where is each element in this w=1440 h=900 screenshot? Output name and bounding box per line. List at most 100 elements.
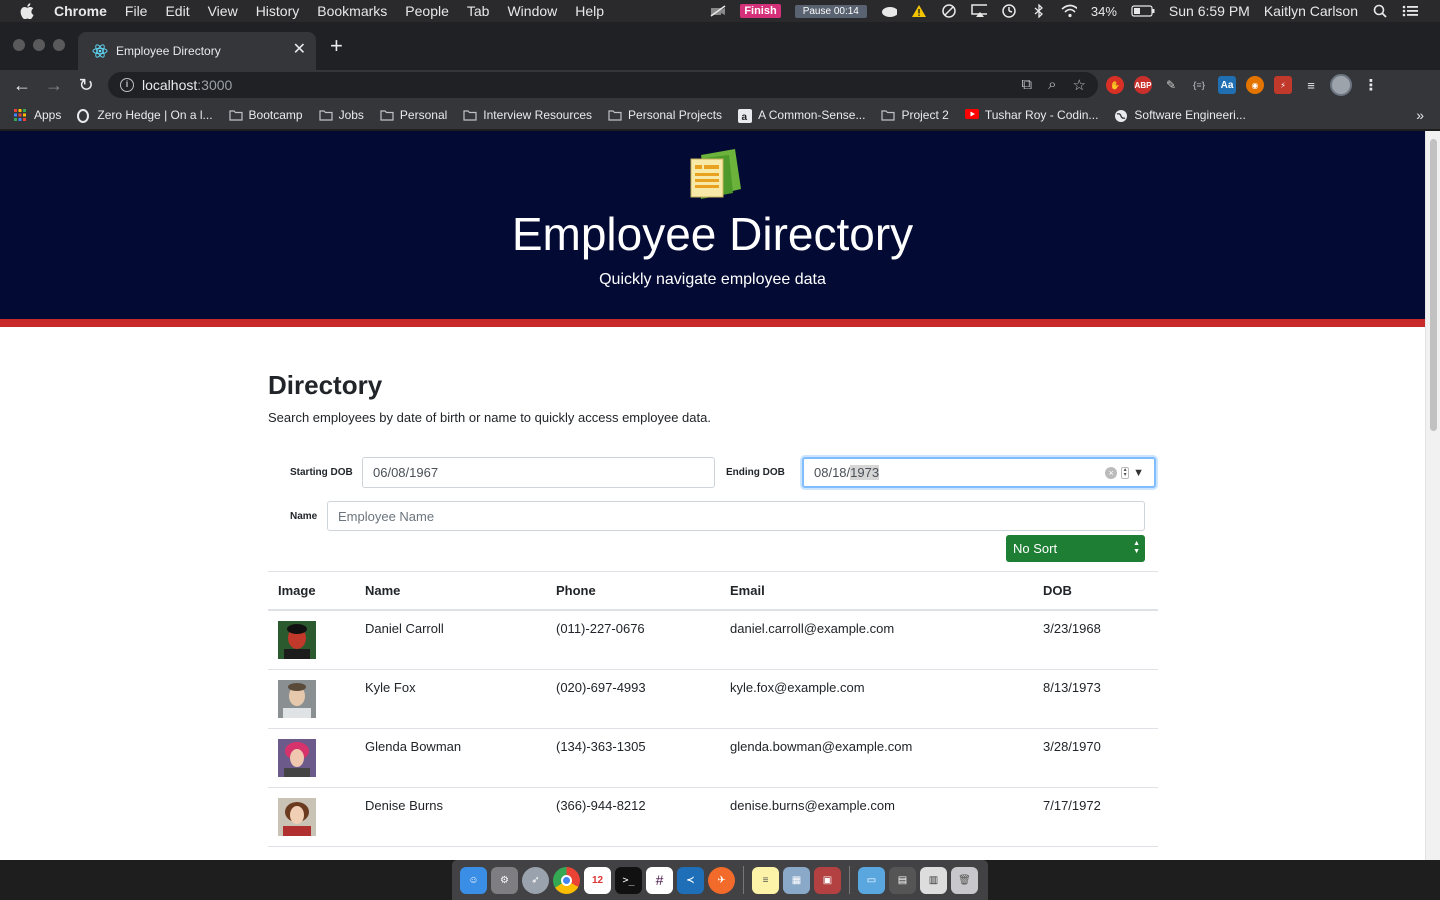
bookmark-folder-project-2[interactable]: Project 2 xyxy=(881,108,949,122)
screenshots-stack-icon[interactable]: ▤ xyxy=(889,866,916,894)
column-header-phone[interactable]: Phone xyxy=(546,571,720,611)
forward-arrow-icon[interactable]: → xyxy=(44,75,64,95)
close-tab-icon[interactable]: ✕ xyxy=(293,42,306,58)
address-bar[interactable]: i localhost:3000 ⧉ ⌕ ☆ xyxy=(108,72,1098,98)
terminal-icon[interactable]: >_ xyxy=(615,866,642,894)
adblock-plus-extension-icon[interactable]: ABP xyxy=(1134,76,1152,94)
menu-edit[interactable]: Edit xyxy=(165,0,189,22)
eyedropper-extension-icon[interactable]: ✎ xyxy=(1162,76,1180,94)
calendar-icon[interactable]: 12 xyxy=(584,866,611,894)
sort-select[interactable]: No Sort ▲ ▼ xyxy=(1006,535,1145,562)
clear-date-icon[interactable]: × xyxy=(1105,466,1118,479)
column-header-name[interactable]: Name xyxy=(355,571,546,611)
bookmark-star-icon[interactable]: ☆ xyxy=(1073,76,1086,94)
folder-icon xyxy=(463,109,477,121)
employee-photo-cell xyxy=(268,728,355,788)
column-header-email[interactable]: Email xyxy=(720,571,1033,611)
camera-off-icon[interactable] xyxy=(710,4,726,18)
airplay-icon[interactable] xyxy=(971,4,987,18)
tab-employee-directory[interactable]: Employee Directory ✕ xyxy=(78,32,316,70)
table-row: Daniel Carroll (011)-227-0676 daniel.car… xyxy=(268,609,1158,670)
maximize-window-button[interactable] xyxy=(53,39,65,51)
bookmark-software-engineering[interactable]: Software Engineeri... xyxy=(1114,108,1246,122)
menu-file[interactable]: File xyxy=(125,0,148,22)
hero-banner: Employee Directory Quickly navigate empl… xyxy=(0,131,1425,327)
do-not-disturb-icon[interactable] xyxy=(941,4,957,18)
scrollbar-thumb[interactable] xyxy=(1430,139,1437,431)
trash-icon[interactable]: 🗑 xyxy=(951,866,978,894)
postman-icon[interactable]: ✈ xyxy=(708,866,735,894)
bookmark-common-sense[interactable]: a A Common-Sense... xyxy=(738,108,865,123)
menubar-user-name[interactable]: Kaitlyn Carlson xyxy=(1264,3,1358,19)
system-preferences-icon[interactable]: ⚙ xyxy=(491,866,518,894)
page-scrollbar[interactable] xyxy=(1425,131,1440,860)
notification-center-icon[interactable] xyxy=(1402,4,1418,18)
time-machine-icon[interactable] xyxy=(1001,4,1017,18)
preview-icon[interactable]: ▦ xyxy=(783,866,810,894)
launchpad-icon[interactable]: ➶ xyxy=(522,866,549,894)
apple-icon[interactable] xyxy=(20,3,36,19)
close-window-button[interactable] xyxy=(13,39,25,51)
bookmark-folder-interview-resources[interactable]: Interview Resources xyxy=(463,108,592,122)
vscode-icon[interactable]: ≺ xyxy=(677,866,704,894)
json-extension-icon[interactable]: {≡} xyxy=(1190,76,1208,94)
employee-phone: (020)-697-4993 xyxy=(546,669,720,729)
profile-avatar[interactable] xyxy=(1330,74,1352,96)
menu-app-chrome[interactable]: Chrome xyxy=(54,0,107,22)
menu-tab[interactable]: Tab xyxy=(467,0,490,22)
battery-icon[interactable] xyxy=(1131,4,1155,18)
reload-icon[interactable]: ↻ xyxy=(76,75,96,95)
slack-icon[interactable]: # xyxy=(646,866,673,894)
menu-history[interactable]: History xyxy=(256,0,300,22)
apps-grid-icon xyxy=(14,108,28,121)
menu-help[interactable]: Help xyxy=(575,0,604,22)
open-external-icon[interactable]: ⧉ xyxy=(1021,76,1032,94)
bluetooth-icon[interactable] xyxy=(1031,4,1047,18)
back-arrow-icon[interactable]: ← xyxy=(12,75,32,95)
minimize-window-button[interactable] xyxy=(33,39,45,51)
menu-view[interactable]: View xyxy=(208,0,238,22)
lightning-extension-icon[interactable]: ⚡ xyxy=(1274,76,1292,94)
globe-icon xyxy=(1114,109,1128,122)
directory-description: Search employees by date of birth or nam… xyxy=(268,410,711,425)
date-picker-dropdown-icon[interactable]: ▼ xyxy=(1133,467,1144,479)
spotlight-search-icon[interactable] xyxy=(1372,4,1388,18)
site-info-icon[interactable]: i xyxy=(120,78,134,92)
downloads-folder-icon[interactable]: ▭ xyxy=(858,866,885,894)
menu-people[interactable]: People xyxy=(405,0,449,22)
column-header-image[interactable]: Image xyxy=(268,571,355,611)
ending-dob-input[interactable]: 08/18/1973 × ▴ ▾ ▼ xyxy=(802,457,1156,488)
finder-icon[interactable]: ☺ xyxy=(460,866,487,894)
bookmarks-overflow-chevron-icon[interactable]: » xyxy=(1416,107,1424,123)
cloud-icon[interactable] xyxy=(881,4,897,18)
recorder-timer[interactable]: Pause 00:14 xyxy=(794,4,867,18)
bookmark-folder-personal[interactable]: Personal xyxy=(380,108,447,122)
starting-dob-input[interactable]: 06/08/1967 xyxy=(362,457,715,488)
wifi-icon[interactable] xyxy=(1061,4,1077,18)
documents-stack-icon[interactable]: ▥ xyxy=(920,866,947,894)
menu-bookmarks[interactable]: Bookmarks xyxy=(317,0,387,22)
chrome-dock-icon[interactable] xyxy=(553,866,580,894)
recorder-finish-button[interactable]: Finish xyxy=(740,4,781,18)
date-spinner-icon[interactable]: ▴ ▾ xyxy=(1121,466,1130,479)
notes-icon[interactable]: ≡ xyxy=(752,866,779,894)
dictionary-extension-icon[interactable]: Aa xyxy=(1218,76,1236,94)
menu-window[interactable]: Window xyxy=(507,0,557,22)
menubar-clock[interactable]: Sun 6:59 PM xyxy=(1169,3,1250,19)
employee-name-input[interactable]: Employee Name xyxy=(327,501,1145,531)
bookmark-tushar-roy[interactable]: Tushar Roy - Codin... xyxy=(964,108,1098,122)
bookmark-zero-hedge[interactable]: Zero Hedge | On a l... xyxy=(77,108,213,123)
bookmark-apps[interactable]: Apps xyxy=(14,108,61,122)
bookmark-folder-jobs[interactable]: Jobs xyxy=(318,108,364,122)
bookmark-folder-personal-projects[interactable]: Personal Projects xyxy=(608,108,722,122)
stop-hand-extension-icon[interactable]: ✋ xyxy=(1106,76,1124,94)
new-tab-button[interactable]: + xyxy=(330,35,343,57)
chrome-menu-icon[interactable]: ⋮ xyxy=(1362,76,1380,94)
column-header-dob[interactable]: DOB xyxy=(1033,571,1158,611)
bookmark-folder-bootcamp[interactable]: Bootcamp xyxy=(228,108,303,122)
warning-icon[interactable] xyxy=(911,4,927,18)
goggles-extension-icon[interactable]: ◉ xyxy=(1246,76,1264,94)
zoom-icon[interactable]: ⌕ xyxy=(1048,76,1056,94)
photo-booth-icon[interactable]: ▣ xyxy=(814,866,841,894)
media-control-icon[interactable]: ≡ xyxy=(1302,76,1320,94)
